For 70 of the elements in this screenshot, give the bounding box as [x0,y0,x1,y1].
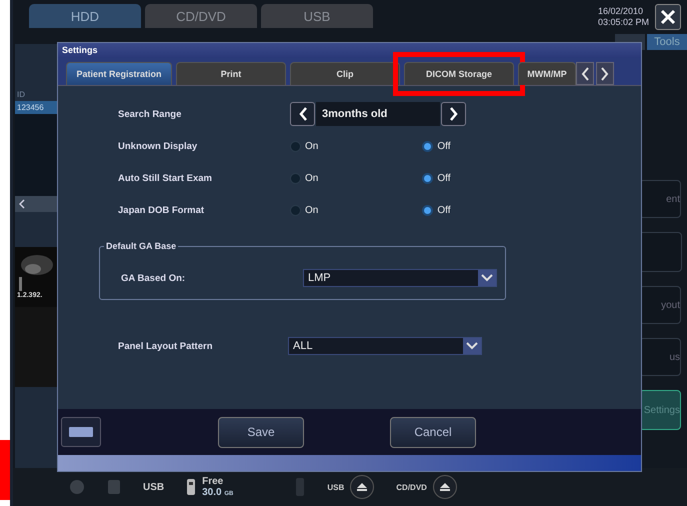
settings-tab[interactable]: Patient Registration [66,62,172,85]
eject-icon [357,483,368,491]
highlight-mark [0,440,10,500]
dialog-button[interactable]: Save [218,416,304,448]
usb-label: USB [143,482,164,492]
setting-label: Auto Still Start Exam [118,172,213,184]
radio-button[interactable] [290,172,301,184]
radio-label: On [305,140,318,152]
chevron-left-icon [581,66,589,80]
disc-icon [69,479,85,495]
patient-row[interactable]: 123456 [15,101,59,114]
side-button[interactable]: yout [639,286,681,324]
settings-tab[interactable]: MWM/MP [518,62,576,85]
chevron-right-icon [601,66,609,80]
settings-tab[interactable]: Clip [290,62,400,85]
setting-label: Japan DOB Format [118,204,206,216]
dropdown[interactable]: ALL [288,337,482,355]
media-tab[interactable]: HDD [29,4,141,28]
radio-label: Off [437,140,450,152]
mode-tab[interactable]: Tools [647,34,687,50]
usb-icon [186,478,196,496]
chevron-down-icon [466,342,478,350]
dialog-title: Settings [58,43,641,58]
media-tab[interactable]: USB [261,4,373,28]
radio-button[interactable] [422,204,434,216]
column-header: ID [16,89,26,101]
chevron-right-icon [450,107,458,121]
scroll-left-button[interactable] [576,62,594,85]
date-text: 16/02/2010 [598,6,644,17]
eject-icon [440,483,450,491]
radio-label: On [305,204,318,216]
close-button[interactable] [655,4,681,30]
scroll-bar[interactable] [15,196,59,212]
chevron-left-icon [298,107,306,121]
eject-label: CD/DVD [396,482,427,492]
setting-label: GA Based On: [121,272,186,284]
radio-label: On [305,172,318,184]
radio-button[interactable] [422,172,434,184]
dropdown[interactable]: LMP [303,269,497,287]
free-label: Free [202,476,224,487]
radio-button[interactable] [290,140,301,152]
next-button[interactable] [441,102,466,126]
radio-label: Off [437,204,450,216]
settings-tab[interactable]: Print [176,62,286,85]
drive-icon [295,477,306,497]
radio-button[interactable] [422,140,434,152]
keyboard-button[interactable] [61,417,101,447]
media-tab[interactable]: CD/DVD [145,4,257,28]
chevron-left-icon [19,199,25,209]
previous-button[interactable] [290,102,315,126]
radio-label: Off [437,172,450,184]
eject-label: USB [327,482,344,492]
group-legend: Default GA Base [104,241,178,251]
eject-button[interactable] [350,475,374,499]
setting-label: Search Range [118,108,182,120]
setting-label: Panel Layout Pattern [118,340,214,352]
side-button[interactable]: us [639,338,681,376]
settings-tab[interactable]: DICOM Storage [404,62,514,85]
side-button[interactable]: ent [639,180,681,218]
eject-button[interactable] [432,475,457,499]
document-icon [107,479,121,495]
radio-button[interactable] [290,204,301,216]
keyboard-icon [69,427,93,437]
scroll-right-button[interactable] [596,62,614,85]
dialog-button[interactable]: Cancel [390,416,476,448]
time-text: 03:05:02 PM [598,17,649,28]
value-field: 3months old [316,102,440,126]
chevron-down-icon [481,274,493,282]
close-icon [659,8,677,26]
setting-label: Unknown Display [118,140,198,152]
